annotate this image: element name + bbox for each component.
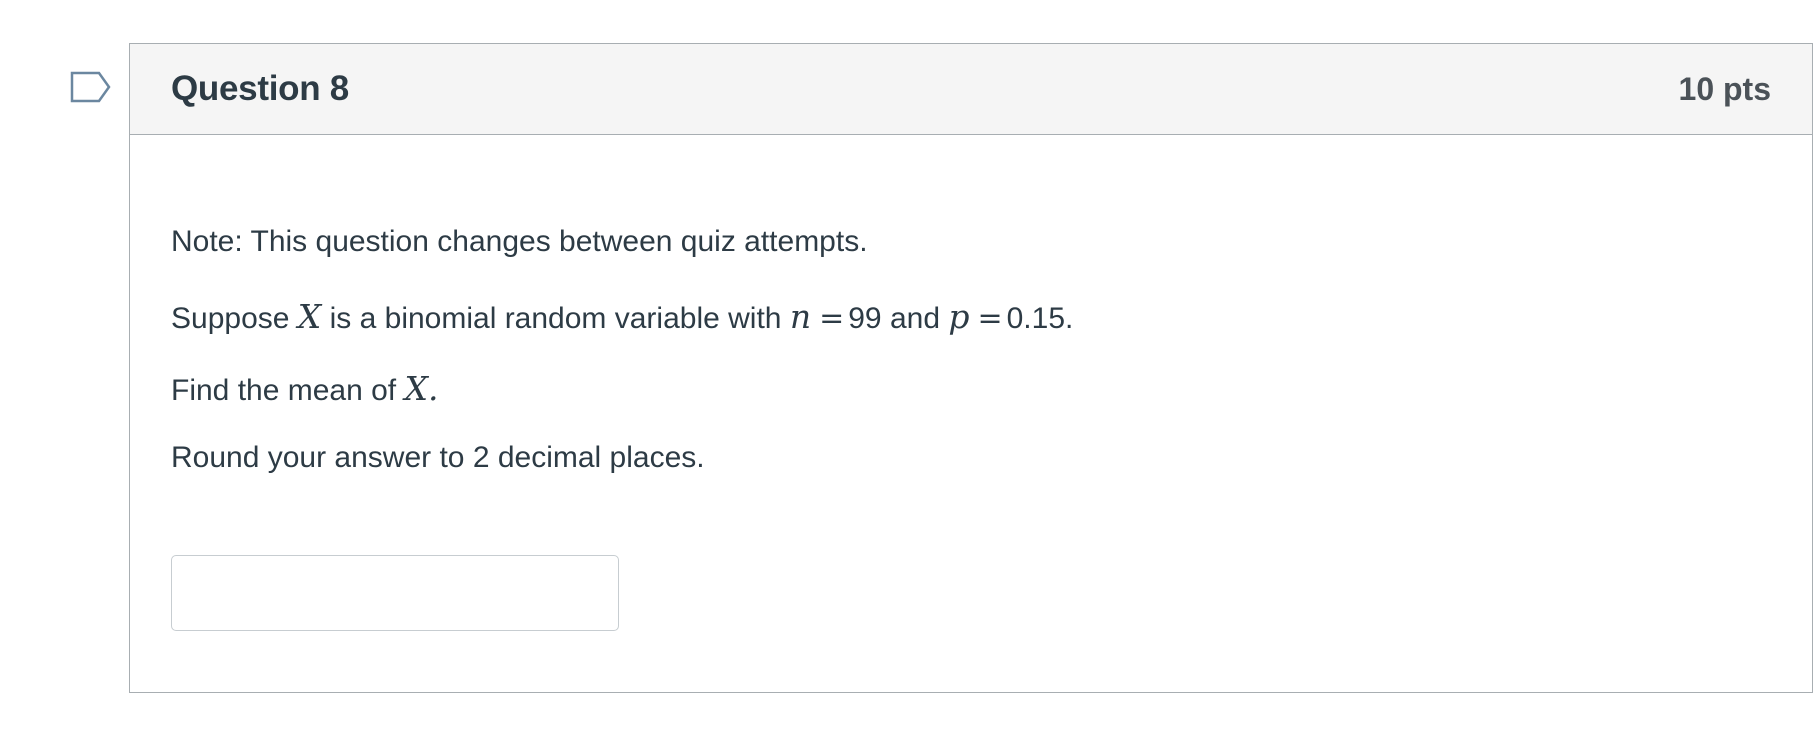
math-variable-x: X	[404, 369, 428, 408]
math-variable-p: p	[948, 297, 970, 336]
quiz-page: Question 8 10 pts Note: This question ch…	[0, 0, 1820, 736]
question-card: Question 8 10 pts Note: This question ch…	[129, 43, 1813, 693]
statement-text: Suppose	[171, 302, 298, 335]
math-variable-x: X	[297, 297, 322, 336]
statement-text: and	[881, 302, 949, 335]
math-equals: =	[819, 301, 845, 336]
question-prompt: Find the mean of X.	[171, 369, 438, 408]
flag-outline-icon	[70, 71, 111, 103]
question-title: Question 8	[171, 69, 349, 108]
statement-text: is a binomial random variable with	[321, 302, 790, 335]
question-header: Question 8 10 pts	[130, 44, 1812, 135]
math-equals: =	[977, 301, 1003, 336]
prompt-text: Find the mean of	[171, 374, 405, 407]
flag-question-icon[interactable]	[70, 71, 112, 103]
answer-input[interactable]	[171, 555, 619, 631]
math-period: .	[427, 369, 439, 408]
question-statement: Suppose X is a binomial random variable …	[171, 297, 1073, 336]
p-value: 0.15.	[1006, 302, 1074, 335]
math-variable-n: n	[789, 297, 812, 336]
question-instructions: Round your answer to 2 decimal places.	[171, 441, 705, 474]
question-points: 10 pts	[1678, 70, 1771, 107]
n-value: 99	[848, 302, 882, 335]
question-note: Note: This question changes between quiz…	[171, 225, 868, 258]
